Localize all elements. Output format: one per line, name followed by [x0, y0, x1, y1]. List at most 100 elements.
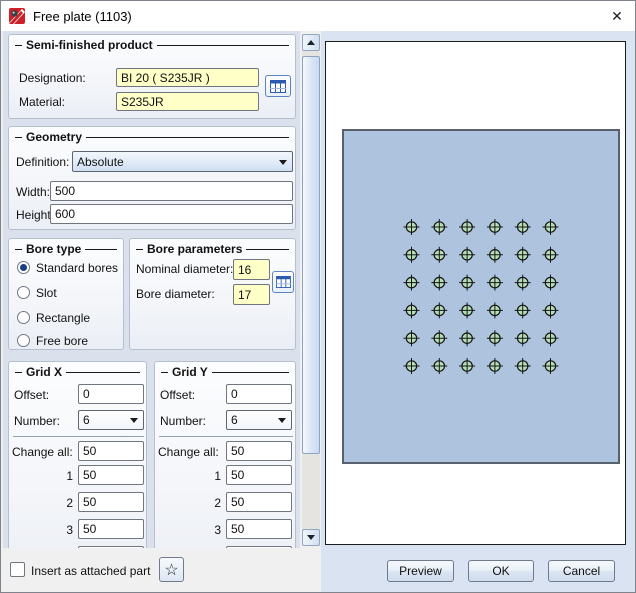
grid-x-row-2-label: 2: [9, 496, 73, 510]
bore-grid: [344, 131, 618, 462]
cancel-button[interactable]: Cancel: [548, 560, 615, 582]
grid-x-row-1-label: 1: [9, 469, 73, 483]
close-icon[interactable]: ✕: [599, 1, 635, 31]
radio-free-bore-label: Free bore: [36, 334, 88, 348]
scrollbar-thumb[interactable]: [302, 56, 320, 454]
group-header: Grid Y: [161, 365, 289, 379]
radio-standard-bores[interactable]: [17, 261, 30, 274]
radio-free-bore[interactable]: [17, 334, 30, 347]
definition-value: Absolute: [77, 155, 124, 169]
group-title: Bore type: [26, 242, 81, 256]
insert-as-attached-part-label: Insert as attached part: [31, 564, 150, 578]
group-bore-type: Bore type Standard bores Slot Rectangle …: [8, 238, 124, 350]
group-title-rule: [85, 249, 117, 250]
grid-y-number-value: 6: [231, 413, 238, 427]
grid-y-change-all-label: Change all:: [158, 445, 219, 459]
collapse-dash-icon[interactable]: [15, 249, 22, 250]
grid-y-offset-label: Offset:: [160, 388, 195, 402]
table-icon: [270, 80, 286, 93]
group-grid-x: Grid X Offset: 0 Number: 6 Change all: 5…: [8, 361, 147, 548]
grid-y-number-dropdown[interactable]: 6: [226, 410, 292, 430]
designation-field[interactable]: BI 20 ( S235JR ): [116, 68, 259, 87]
preview-button[interactable]: Preview: [387, 560, 454, 582]
insert-as-attached-part-checkbox[interactable]: [10, 562, 25, 577]
grid-y-row-4-field-clipped[interactable]: [226, 546, 292, 548]
group-header: Bore type: [15, 242, 117, 256]
material-field[interactable]: S235JR: [116, 92, 259, 111]
grid-y-separator: [159, 436, 293, 437]
semi-product-catalog-button[interactable]: [265, 75, 291, 97]
grid-x-number-label: Number:: [14, 414, 60, 428]
free-plate-dialog: Free plate (1103) ✕ Semi-finished produc…: [0, 0, 636, 593]
nominal-diameter-label: Nominal diameter:: [136, 262, 233, 276]
collapse-dash-icon[interactable]: [15, 137, 22, 138]
ok-button[interactable]: OK: [468, 560, 534, 582]
grid-x-number-dropdown[interactable]: 6: [78, 410, 144, 430]
panel-scrollbar[interactable]: [302, 34, 320, 546]
group-title: Semi-finished product: [26, 38, 153, 52]
scrollbar-down-button[interactable]: [302, 529, 320, 546]
chevron-down-icon: [279, 160, 287, 165]
radio-slot[interactable]: [17, 286, 30, 299]
grid-y-offset-field[interactable]: 0: [226, 384, 292, 404]
grid-y-row-1-label: 1: [155, 469, 221, 483]
group-geometry: Geometry Definition: Absolute Width: 500…: [8, 126, 296, 230]
radio-slot-label: Slot: [36, 286, 57, 300]
grid-x-separator: [13, 436, 144, 437]
grid-y-row-1-field[interactable]: 50: [226, 465, 292, 485]
definition-label: Definition:: [16, 155, 69, 169]
collapse-dash-icon[interactable]: [136, 249, 143, 250]
parameter-panel: Semi-finished product Designation: BI 20…: [3, 31, 300, 548]
table-icon: [276, 276, 291, 288]
plate: [342, 129, 620, 464]
grid-x-row-4-field-clipped[interactable]: [78, 546, 144, 548]
collapse-dash-icon[interactable]: [15, 45, 22, 46]
grid-y-change-all-field[interactable]: 50: [226, 441, 292, 461]
bore-diameter-label: Bore diameter:: [136, 287, 215, 301]
radio-rectangle[interactable]: [17, 311, 30, 324]
collapse-dash-icon[interactable]: [15, 372, 22, 373]
group-title: Grid X: [26, 365, 62, 379]
group-title-rule: [66, 372, 140, 373]
material-label: Material:: [19, 95, 65, 109]
scrollbar-up-button[interactable]: [302, 34, 320, 51]
triangle-up-icon: [307, 40, 315, 45]
width-field[interactable]: 500: [50, 181, 293, 201]
bore-diameter-field[interactable]: 17: [233, 284, 270, 305]
grid-x-row-1-field[interactable]: 50: [78, 465, 144, 485]
nominal-diameter-field[interactable]: 16: [233, 259, 270, 280]
chevron-down-icon: [130, 418, 138, 423]
height-label: Height:: [16, 208, 54, 222]
title-bar[interactable]: Free plate (1103) ✕: [1, 1, 635, 31]
grid-y-row-3-field[interactable]: 50: [226, 519, 292, 539]
chevron-down-icon: [278, 418, 286, 423]
grid-x-offset-label: Offset:: [14, 388, 49, 402]
favorites-star-button[interactable]: ☆: [159, 557, 184, 582]
grid-x-row-3-label: 3: [9, 523, 73, 537]
triangle-down-icon: [307, 535, 315, 540]
grid-y-row-3-label: 3: [155, 523, 221, 537]
grid-x-row-2-field[interactable]: 50: [78, 492, 144, 512]
grid-y-row-2-field[interactable]: 50: [226, 492, 292, 512]
group-title: Bore parameters: [147, 242, 242, 256]
height-field[interactable]: 600: [50, 204, 293, 224]
group-title: Grid Y: [172, 365, 208, 379]
definition-dropdown[interactable]: Absolute: [72, 151, 293, 172]
grid-y-row-2-label: 2: [155, 496, 221, 510]
grid-x-row-3-field[interactable]: 50: [78, 519, 144, 539]
star-icon: ☆: [164, 560, 178, 580]
group-title-rule: [212, 372, 289, 373]
bore-catalog-button[interactable]: [272, 271, 294, 293]
collapse-dash-icon[interactable]: [161, 372, 168, 373]
app-icon: [9, 8, 25, 24]
grid-x-offset-field[interactable]: 0: [78, 384, 144, 404]
width-label: Width:: [16, 185, 50, 199]
group-title-rule: [86, 137, 289, 138]
grid-x-change-all-field[interactable]: 50: [78, 441, 144, 461]
group-title: Geometry: [26, 130, 82, 144]
radio-standard-bores-label: Standard bores: [36, 261, 118, 275]
grid-x-number-value: 6: [83, 413, 90, 427]
preview-viewport[interactable]: [325, 41, 626, 545]
window-title: Free plate (1103): [33, 9, 132, 24]
group-header: Grid X: [15, 365, 140, 379]
